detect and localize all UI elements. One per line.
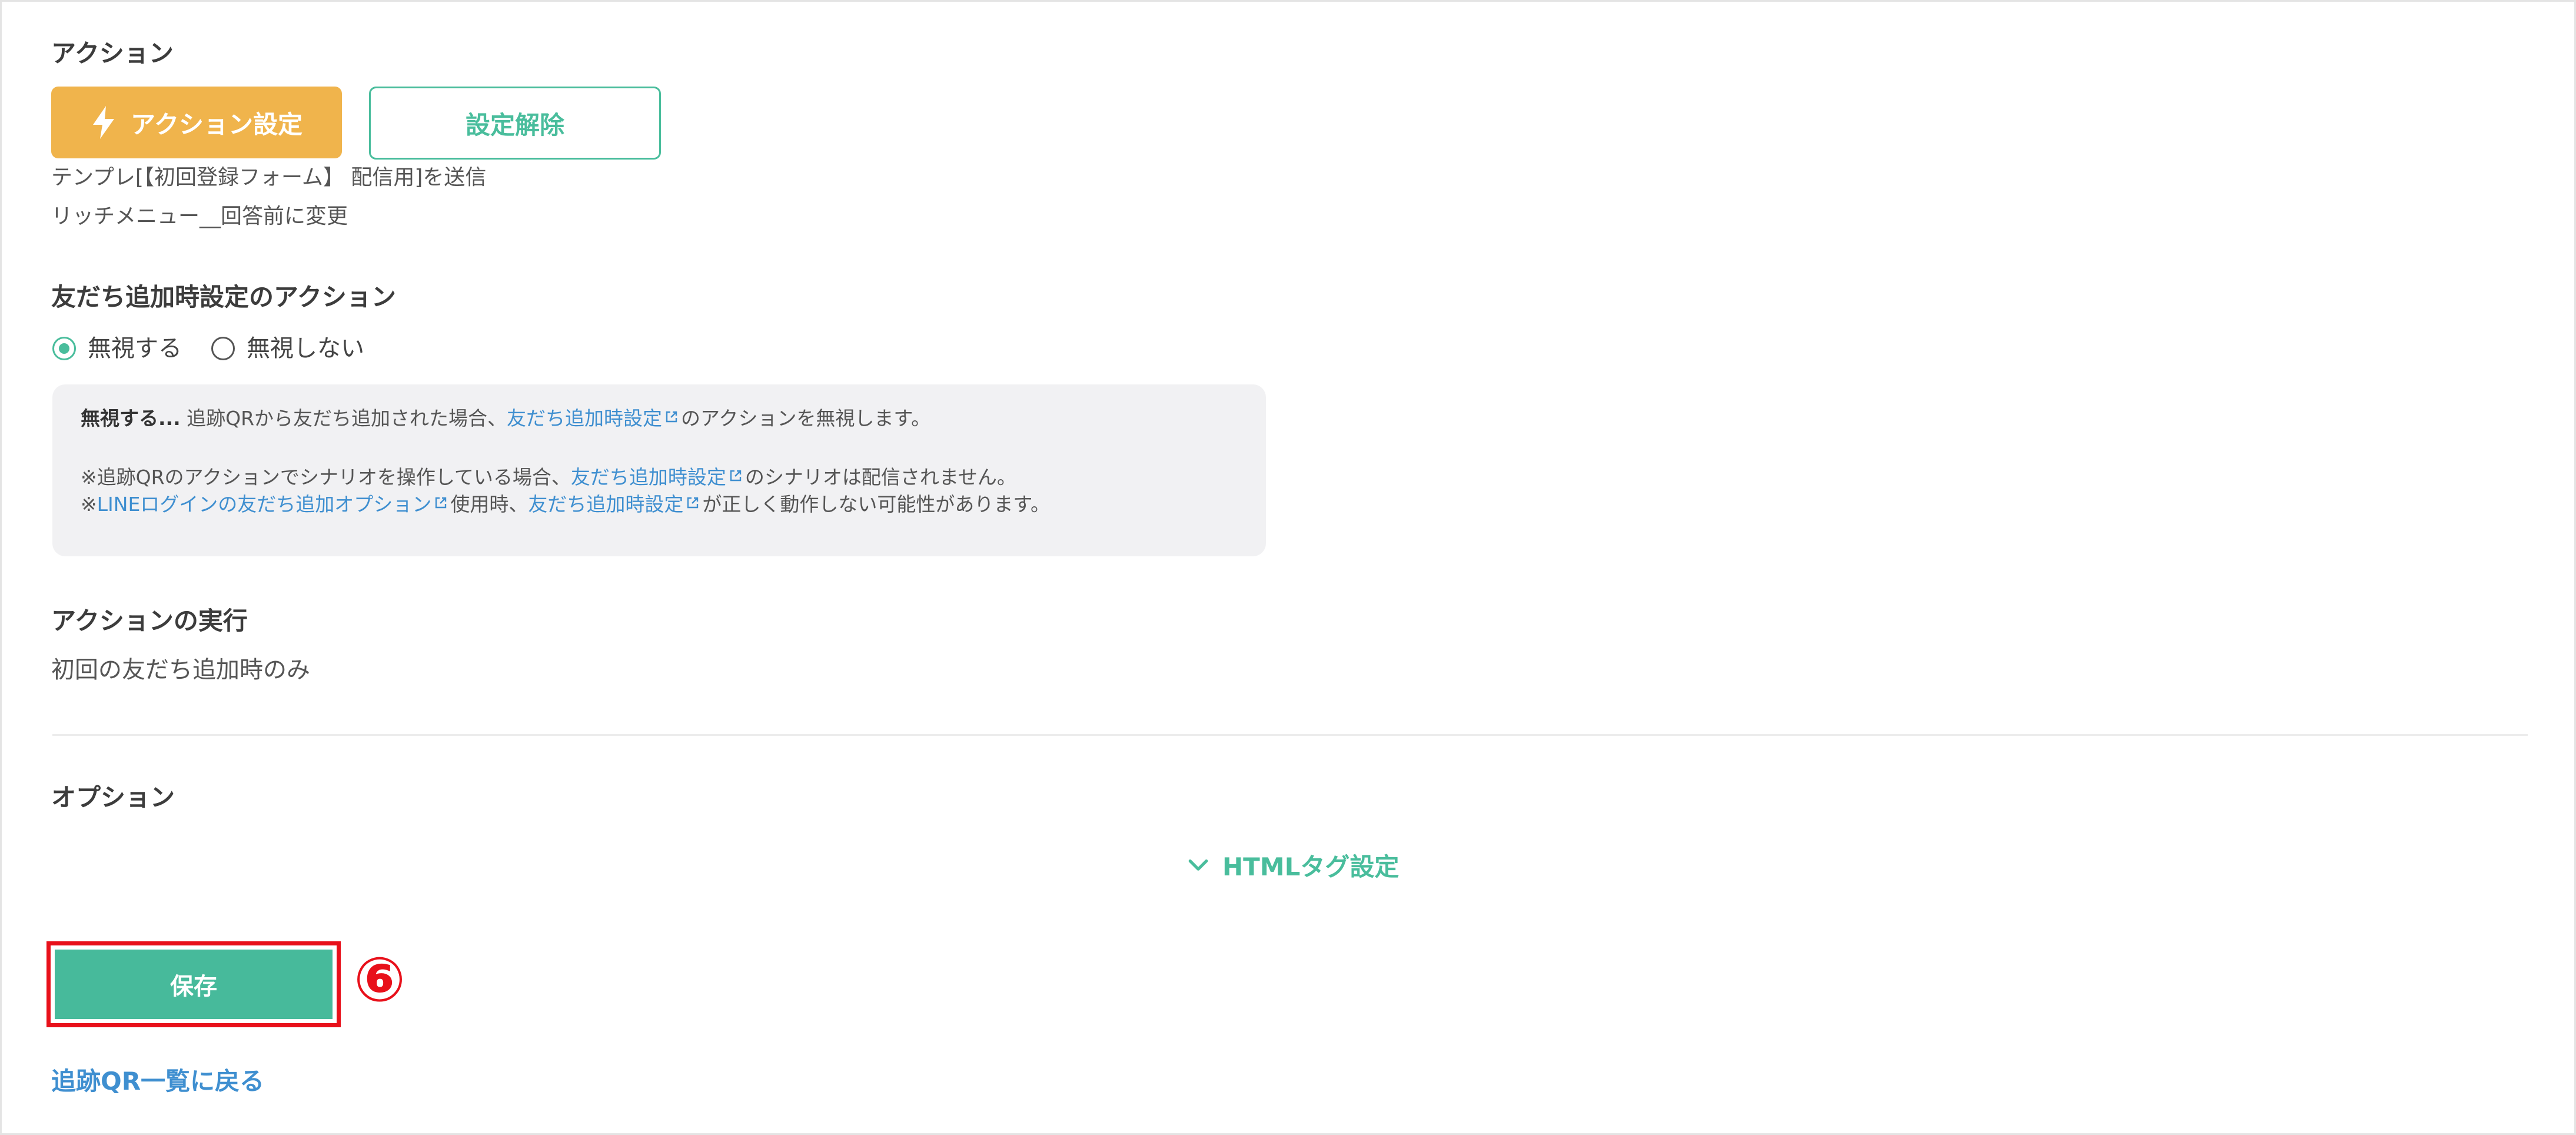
note-text: ※ [81, 493, 97, 516]
action-execution-value: 初回の友だち追加時のみ [51, 656, 310, 683]
radio-not-ignore-label[interactable]: 無視しない [247, 334, 364, 363]
lightning-icon [93, 106, 115, 139]
action-settings-label: アクション設定 [131, 109, 303, 139]
action-settings-button[interactable]: アクション設定 [51, 87, 342, 158]
friend-add-action-heading: 友だち追加時設定のアクション [51, 283, 396, 311]
note-text: が正しく動作しない可能性があります。 [702, 493, 1051, 516]
friend-add-settings-link[interactable]: 友だち追加時設定 [571, 466, 726, 489]
friend-add-note-box: 無視する... 追跡QRから友だち追加された場合、友だち追加時設定 のアクションを… [52, 384, 1266, 556]
external-link-icon [730, 470, 742, 482]
note-bold-term: 無視する... [81, 407, 181, 430]
html-tag-settings-label: HTMLタグ設定 [1222, 852, 1400, 881]
step-marker: ⑥ [354, 944, 406, 1015]
save-button[interactable]: 保存 [55, 950, 333, 1019]
friend-add-settings-link[interactable]: 友だち追加時設定 [507, 407, 662, 430]
note-text: のアクションを無視します。 [681, 407, 931, 430]
page-frame: アクション アクション設定 設定解除 テンプレ[【初回登録フォーム】 配信用]を… [0, 0, 2576, 1135]
note-line-3: ※LINEログインの友だち追加オプション 使用時、友だち追加時設定 が正しく動作しな… [81, 490, 1050, 519]
note-line-2: ※追跡QRのアクションでシナリオを操作している場合、友だち追加時設定 のシナリオは… [81, 463, 1016, 492]
radio-ignore-label[interactable]: 無視する [88, 334, 182, 363]
line-login-option-link[interactable]: LINEログインの友だち追加オプション [97, 493, 432, 516]
action-summary-line: テンプレ[【初回登録フォーム】 配信用]を送信 [51, 165, 487, 190]
external-link-icon [436, 497, 447, 509]
back-to-tracking-qr-list-link[interactable]: 追跡QR一覧に戻る [51, 1065, 264, 1098]
radio-ignore[interactable] [52, 337, 76, 360]
option-heading: オプション [51, 783, 175, 812]
html-tag-settings-toggle[interactable]: HTMLタグ設定 [1188, 847, 1399, 883]
section-divider [52, 734, 2528, 736]
friend-add-settings-link[interactable]: 友だち追加時設定 [528, 493, 683, 516]
action-execution-heading: アクションの実行 [51, 606, 248, 635]
note-text: のシナリオは配信されません。 [744, 466, 1016, 489]
note-text: 使用時、 [450, 493, 529, 516]
external-link-icon [666, 411, 677, 423]
action-summary-line: リッチメニュー__回答前に変更 [51, 204, 348, 228]
clear-settings-button[interactable]: 設定解除 [369, 87, 661, 160]
radio-not-ignore[interactable] [211, 337, 235, 360]
note-text: ※追跡QRのアクションでシナリオを操作している場合、 [81, 466, 571, 489]
action-heading: アクション [51, 39, 174, 68]
note-text: 追跡QRから友だち追加された場合、 [180, 407, 507, 430]
external-link-icon [687, 497, 699, 509]
chevron-down-icon [1188, 859, 1208, 871]
note-line-1: 無視する... 追跡QRから友だち追加された場合、友だち追加時設定 のアクションを… [81, 404, 930, 433]
friend-add-radio-group: 無視する 無視しない [52, 334, 364, 363]
